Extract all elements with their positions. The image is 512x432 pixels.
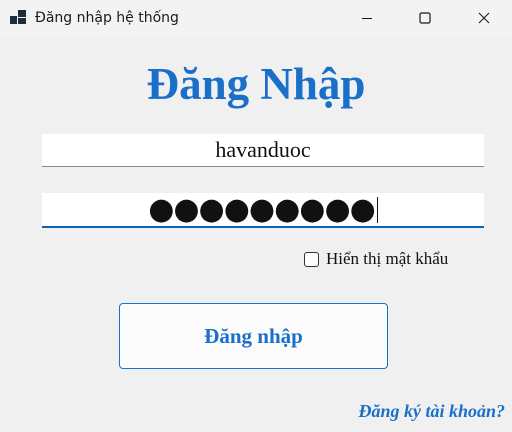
maximize-icon <box>419 12 431 24</box>
maximize-button[interactable] <box>402 0 448 36</box>
username-field[interactable] <box>42 134 484 167</box>
login-heading: Đăng Nhập <box>146 59 366 109</box>
show-password-option[interactable]: Hiển thị mật khẩu <box>304 249 448 269</box>
close-button[interactable] <box>461 0 507 36</box>
password-input[interactable]: ●●●●●●●●● <box>42 192 484 227</box>
login-button[interactable]: Đăng nhập <box>119 303 388 369</box>
close-icon <box>478 12 490 24</box>
show-password-checkbox[interactable] <box>304 251 319 267</box>
password-field[interactable]: ●●●●●●●●● <box>42 192 484 228</box>
minimize-button[interactable] <box>344 0 390 36</box>
register-link[interactable]: Đăng ký tài khoản? <box>358 401 505 422</box>
text-caret <box>376 196 378 223</box>
title-bar: Đăng nhập hệ thống <box>0 0 512 36</box>
show-password-label: Hiển thị mật khẩu <box>326 249 449 268</box>
window-title: Đăng nhập hệ thống <box>35 10 179 26</box>
username-input[interactable] <box>42 134 484 166</box>
minimize-icon <box>362 18 372 19</box>
password-masked-value: ●●●●●●●●● <box>148 192 376 227</box>
app-window-icon <box>10 10 26 24</box>
